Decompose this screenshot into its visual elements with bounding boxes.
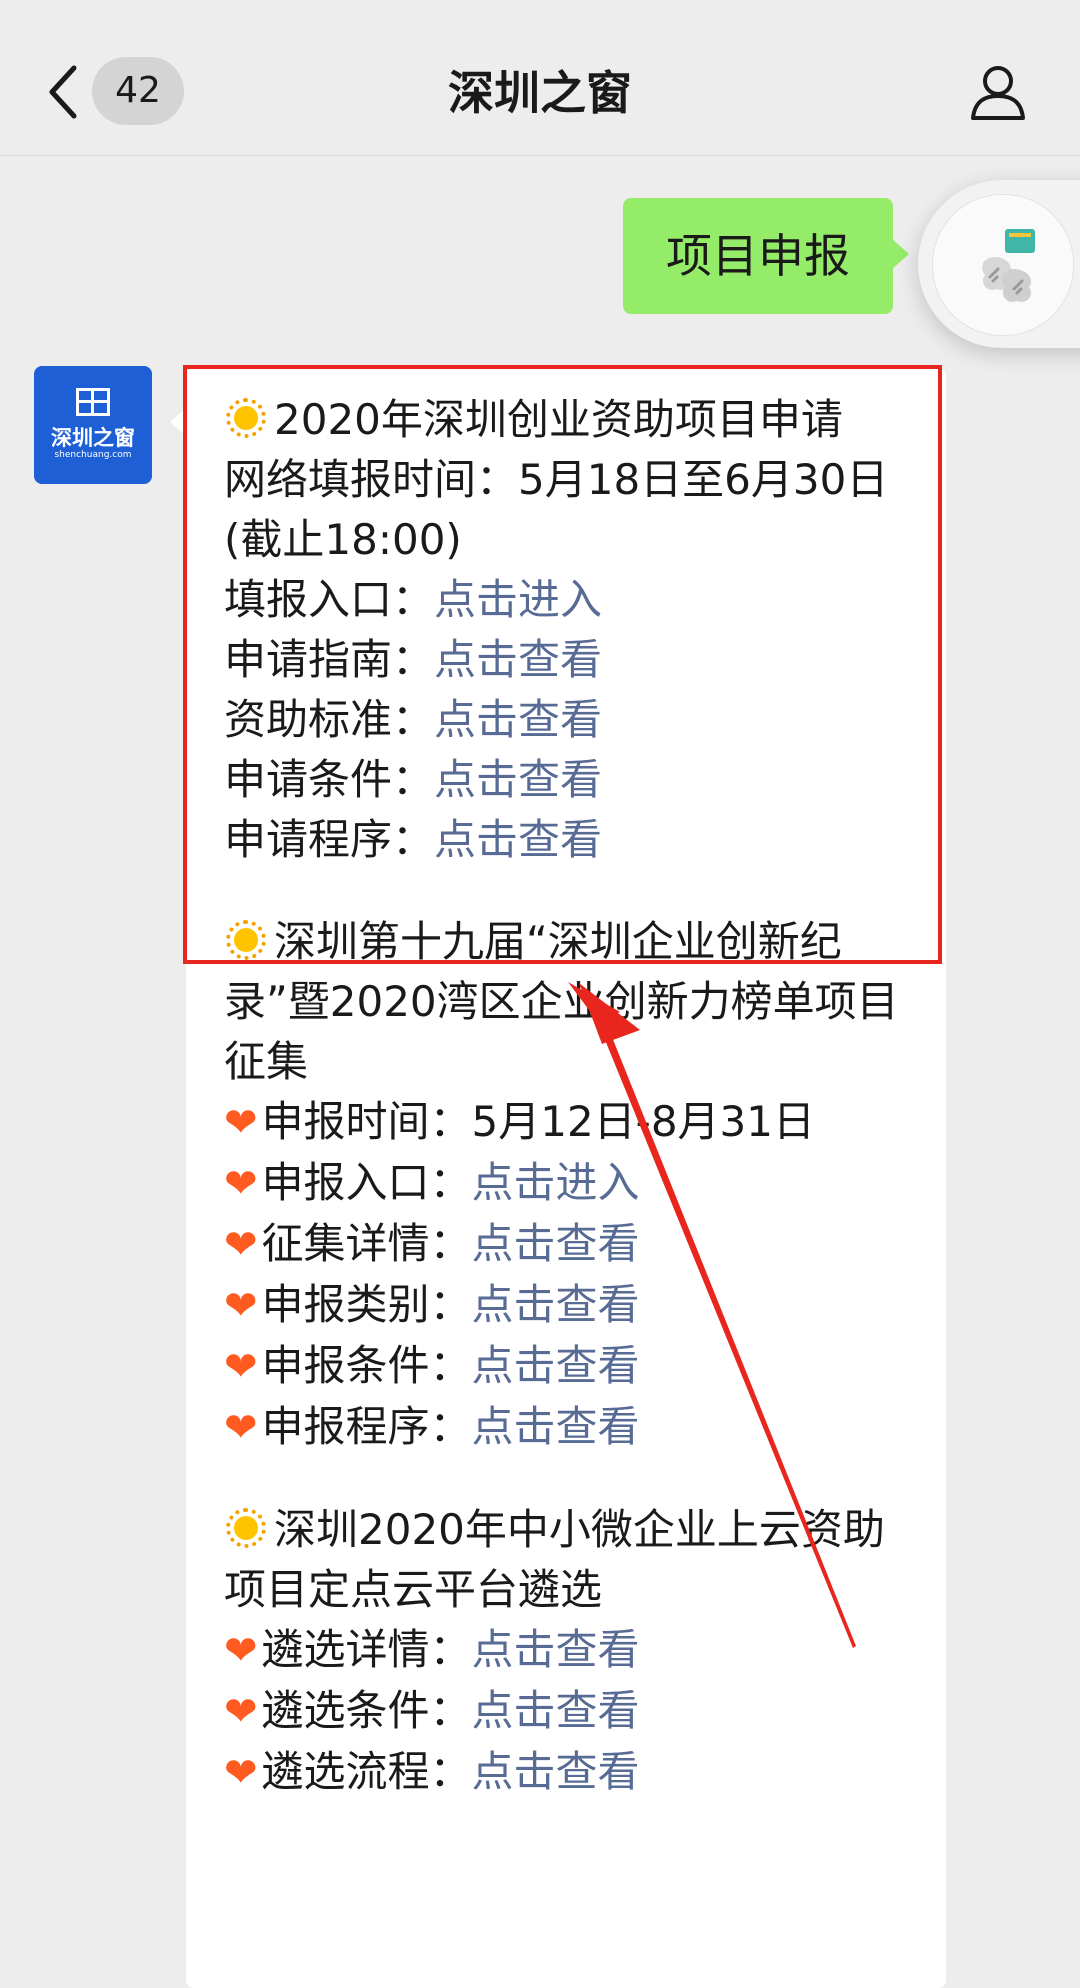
view-link[interactable]: 点击查看 xyxy=(472,1625,640,1674)
logo-text: 深圳之窗 xyxy=(51,426,135,450)
outgoing-message-text: 项目申报 xyxy=(666,229,850,283)
list-item: ❤遴选详情：点击查看 xyxy=(224,1625,640,1674)
heart-icon: ❤ xyxy=(224,1161,258,1207)
bubble-tail xyxy=(891,238,909,270)
heart-icon: ❤ xyxy=(224,1344,258,1390)
link-icon xyxy=(982,229,1035,302)
list-item: 申请指南：点击查看 xyxy=(224,635,603,684)
page-title: 深圳之窗 xyxy=(448,66,632,120)
view-link[interactable]: 点击查看 xyxy=(472,1341,640,1390)
profile-button[interactable] xyxy=(968,62,1028,122)
heart-icon: ❤ xyxy=(224,1222,258,1268)
list-item: ❤申报条件：点击查看 xyxy=(224,1341,640,1390)
sun-icon xyxy=(224,1506,268,1550)
person-icon xyxy=(971,66,1025,120)
heart-icon: ❤ xyxy=(224,1689,258,1735)
section-creative-funding: 2020年深圳创业资助项目申请 网络填报时间：5月18日至6月30日 (截止18… xyxy=(224,390,924,870)
heart-icon: ❤ xyxy=(224,1283,258,1329)
view-link[interactable]: 点击查看 xyxy=(472,1747,640,1796)
sun-icon xyxy=(224,918,268,962)
outgoing-message-bubble[interactable]: 项目申报 xyxy=(623,198,909,314)
list-item: 申请程序：点击查看 xyxy=(224,815,603,864)
list-item: ❤申报类别：点击查看 xyxy=(224,1280,640,1329)
view-link[interactable]: 点击查看 xyxy=(472,1686,640,1735)
enter-link[interactable]: 点击进入 xyxy=(472,1158,640,1207)
section-title: 深圳2020年中小微企业上云资助项目定点云平台遴选 xyxy=(224,1505,885,1614)
view-link[interactable]: 点击查看 xyxy=(472,1280,640,1329)
floating-window[interactable] xyxy=(918,180,1080,348)
list-item: ❤申报时间：5月12日-8月31日 xyxy=(224,1097,816,1146)
list-item: ❤征集详情：点击查看 xyxy=(224,1219,640,1268)
bubble-tail xyxy=(170,408,186,436)
account-avatar[interactable]: 深圳之窗 shenchuang.com xyxy=(34,366,152,484)
section-title: 深圳第十九届“深圳企业创新纪录”暨2020湾区企业创新力榜单项目征集 xyxy=(224,917,899,1086)
list-item: ❤申报入口：点击进入 xyxy=(224,1158,640,1207)
view-link[interactable]: 点击查看 xyxy=(434,635,602,684)
view-link[interactable]: 点击查看 xyxy=(434,815,602,864)
filing-time: 网络填报时间：5月18日至6月30日 (截止18:00) xyxy=(224,455,889,564)
list-item: 资助标准：点击查看 xyxy=(224,695,603,744)
view-link[interactable]: 点击查看 xyxy=(434,755,602,804)
view-link[interactable]: 点击查看 xyxy=(472,1219,640,1268)
section-innovation-record: 深圳第十九届“深圳企业创新纪录”暨2020湾区企业创新力榜单项目征集 ❤申报时间… xyxy=(224,912,924,1458)
sun-icon xyxy=(224,396,268,440)
enter-link[interactable]: 点击进入 xyxy=(434,575,602,624)
heart-icon: ❤ xyxy=(224,1405,258,1451)
list-item: 填报入口：点击进入 xyxy=(224,575,603,624)
list-item: 申请条件：点击查看 xyxy=(224,755,603,804)
list-item: ❤申报程序：点击查看 xyxy=(224,1402,640,1451)
list-item: ❤遴选流程：点击查看 xyxy=(224,1747,640,1796)
list-item: ❤遴选条件：点击查看 xyxy=(224,1686,640,1735)
heart-icon: ❤ xyxy=(224,1750,258,1796)
view-link[interactable]: 点击查看 xyxy=(434,695,602,744)
section-cloud-platform: 深圳2020年中小微企业上云资助项目定点云平台遴选 ❤遴选详情：点击查看 ❤遴选… xyxy=(224,1500,924,1803)
floating-window-circle xyxy=(932,194,1074,336)
view-link[interactable]: 点击查看 xyxy=(472,1402,640,1451)
logo-url: shenchuang.com xyxy=(54,450,132,460)
message-content: 2020年深圳创业资助项目申请 网络填报时间：5月18日至6月30日 (截止18… xyxy=(224,390,924,1803)
heart-icon: ❤ xyxy=(224,1100,258,1146)
chat-header: 42 深圳之窗 xyxy=(0,0,1080,156)
heart-icon: ❤ xyxy=(224,1628,258,1674)
section-title: 2020年深圳创业资助项目申请 xyxy=(224,390,924,450)
window-logo-icon xyxy=(76,388,110,416)
